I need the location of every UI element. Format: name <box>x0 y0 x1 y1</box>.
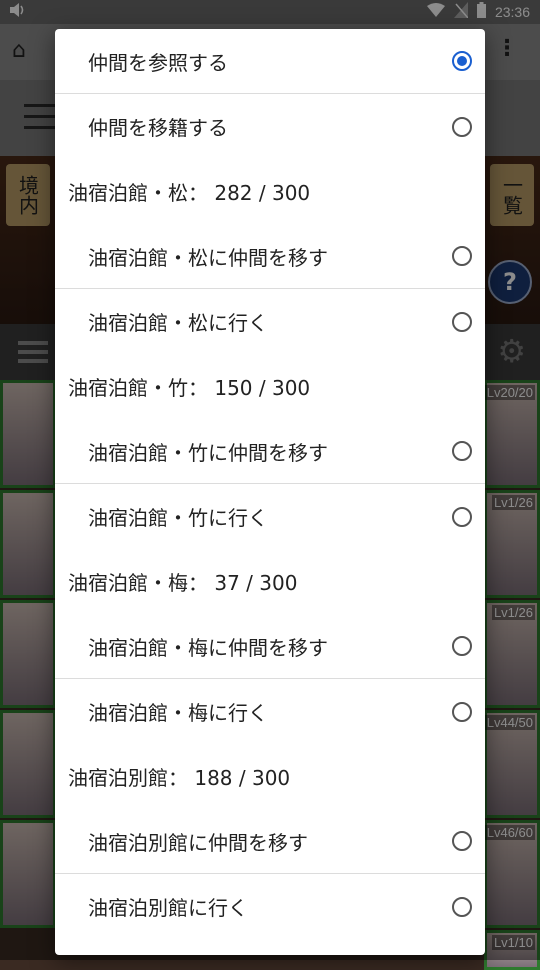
option-item[interactable]: 油宿泊館・松に仲間を移す <box>55 224 485 289</box>
radio-unchecked-icon[interactable] <box>452 636 472 656</box>
option-item[interactable]: 油宿泊館・松に行く <box>55 289 485 354</box>
option-label: 仲間を移籍する <box>88 116 228 140</box>
section-header-label: 油宿泊館・梅： 37 / 300 <box>68 571 298 595</box>
option-label: 仲間を参照する <box>88 50 228 75</box>
radio-unchecked-icon[interactable] <box>452 701 472 722</box>
radio-unchecked-icon[interactable] <box>452 896 472 917</box>
radio-unchecked-icon[interactable] <box>452 831 472 851</box>
radio-unchecked-icon[interactable] <box>452 441 472 461</box>
option-label: 油宿泊館・梅に行く <box>88 701 268 725</box>
option-item[interactable]: 油宿泊別館に仲間を移す <box>55 809 485 874</box>
section-header: 油宿泊館・梅： 37 / 300 <box>55 549 485 614</box>
radio-unchecked-icon[interactable] <box>452 116 472 137</box>
option-item[interactable]: 油宿泊館・竹に行く <box>55 484 485 549</box>
options-dialog: 仲間を参照する 仲間を移籍する油宿泊館・松： 282 / 300 油宿泊館・松に仲間… <box>55 29 485 955</box>
option-label: 油宿泊別館に仲間を移す <box>88 830 308 855</box>
section-header: 油宿泊館・竹： 150 / 300 <box>55 354 485 419</box>
option-label: 油宿泊館・竹に行く <box>88 506 268 530</box>
option-item[interactable]: 仲間を移籍する <box>55 94 485 159</box>
radio-unchecked-icon[interactable] <box>452 506 472 527</box>
section-header-label: 油宿泊別館： 188 / 300 <box>68 766 291 790</box>
section-header-label: 油宿泊館・松： 282 / 300 <box>68 181 311 205</box>
option-label: 油宿泊館・松に行く <box>88 311 268 335</box>
section-header: 油宿泊館・松： 282 / 300 <box>55 159 485 224</box>
option-item[interactable]: 仲間を参照する <box>55 29 485 94</box>
section-header-label: 油宿泊館・竹： 150 / 300 <box>68 376 311 400</box>
option-item[interactable]: 油宿泊館・梅に仲間を移す <box>55 614 485 679</box>
radio-unchecked-icon[interactable] <box>452 246 472 266</box>
option-label: 油宿泊館・竹に仲間を移す <box>88 440 328 465</box>
option-label: 油宿泊館・梅に仲間を移す <box>88 635 328 660</box>
section-header: 油宿泊別館： 188 / 300 <box>55 744 485 809</box>
option-label: 油宿泊別館に行く <box>88 896 248 920</box>
radio-unchecked-icon[interactable] <box>452 311 472 332</box>
option-label: 油宿泊館・松に仲間を移す <box>88 245 328 270</box>
radio-checked-icon[interactable] <box>452 51 472 71</box>
option-item[interactable]: 油宿泊館・梅に行く <box>55 679 485 744</box>
option-item[interactable]: 油宿泊別館に行く <box>55 874 485 939</box>
option-item[interactable]: 油宿泊館・竹に仲間を移す <box>55 419 485 484</box>
